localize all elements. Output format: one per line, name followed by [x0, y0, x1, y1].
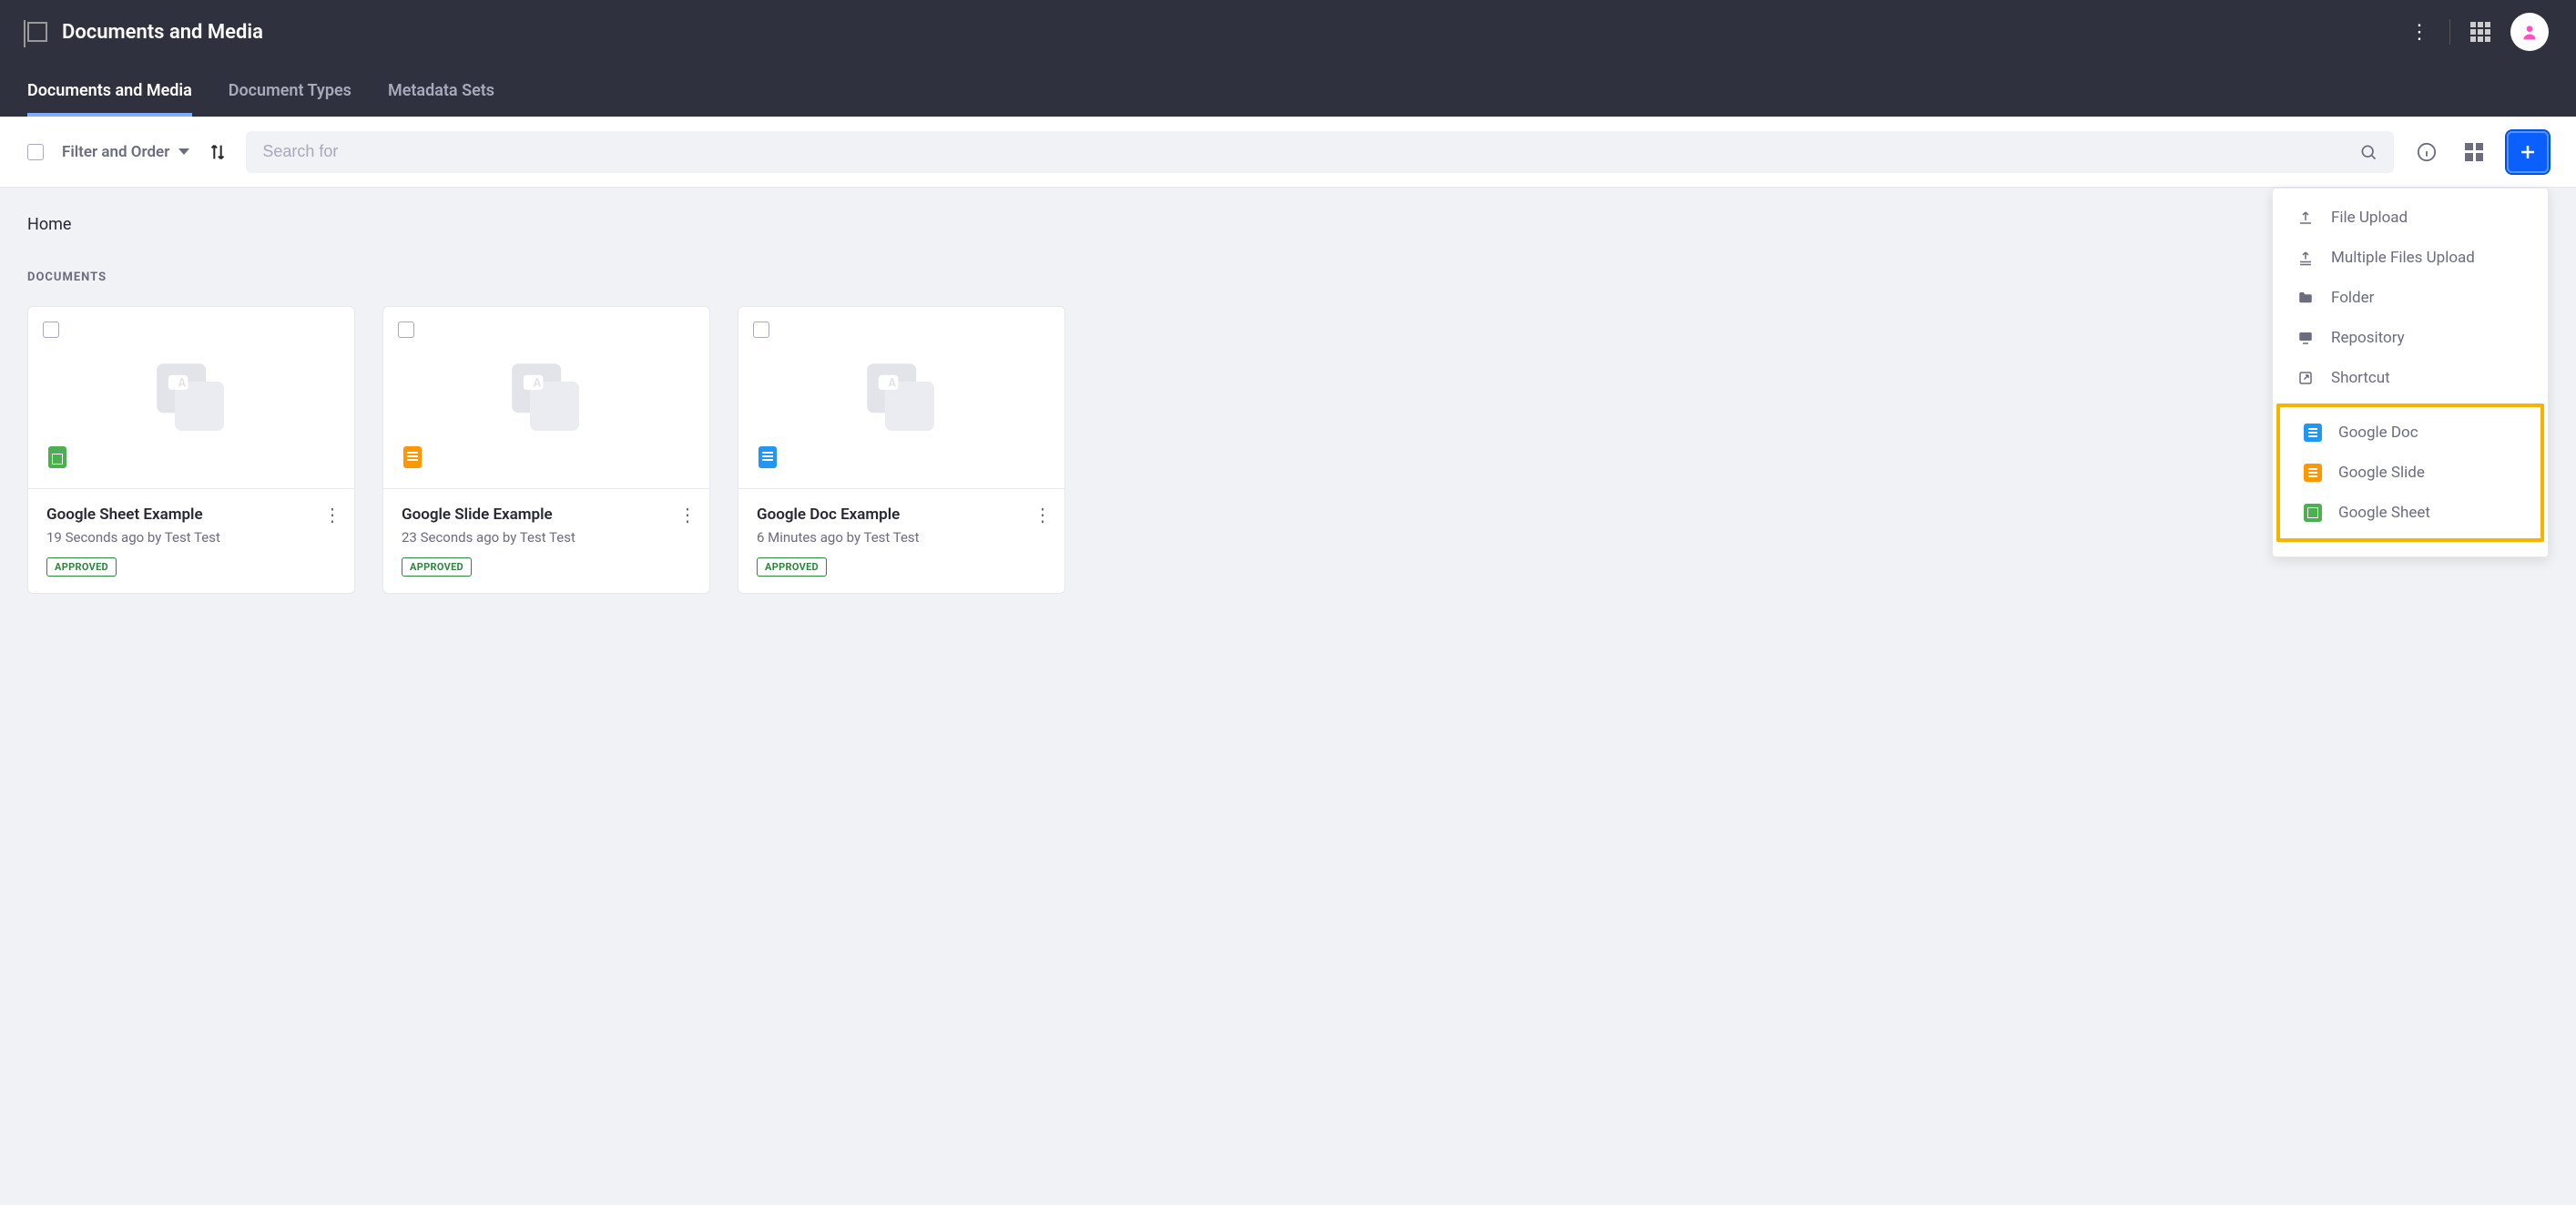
menu-item-label: Shortcut: [2331, 369, 2390, 387]
shortcut-icon: [2296, 369, 2315, 387]
menu-item-label: Folder: [2331, 289, 2374, 307]
google-sheet-icon: [48, 446, 66, 468]
google-sheet-icon: [2304, 504, 2322, 522]
card-subtitle: 19 Seconds ago by Test Test: [46, 529, 336, 546]
card-subtitle: 23 Seconds ago by Test Test: [402, 529, 691, 546]
toolbar: Filter and Order: [0, 117, 2576, 188]
breadcrumb[interactable]: Home: [27, 215, 2549, 234]
document-card[interactable]: A Google Sheet Example 19 Seconds ago by…: [27, 306, 355, 594]
placeholder-image-icon: A: [150, 357, 232, 439]
card-menu-button[interactable]: ⋮: [1033, 504, 1052, 526]
menu-item-label: File Upload: [2331, 209, 2408, 227]
filter-order-dropdown[interactable]: Filter and Order: [62, 143, 189, 161]
card-menu-button[interactable]: ⋮: [678, 504, 697, 526]
app-icon: [27, 22, 47, 42]
tab-label: Document Types: [229, 81, 351, 100]
card-preview: A: [28, 307, 354, 489]
google-slide-icon: [2304, 464, 2322, 482]
menu-item-label: Google Doc: [2338, 424, 2418, 442]
card-body: Google Sheet Example 19 Seconds ago by T…: [28, 489, 354, 593]
menu-item-label: Google Slide: [2338, 464, 2425, 482]
caret-down-icon: [178, 148, 189, 155]
add-menu-shortcut[interactable]: Shortcut: [2273, 358, 2548, 398]
add-menu-google-sheet[interactable]: Google Sheet: [2280, 493, 2540, 533]
plus-icon: [2517, 141, 2539, 163]
status-badge: APPROVED: [757, 557, 827, 577]
section-title: Documents: [27, 271, 2549, 284]
search-input[interactable]: [262, 142, 2359, 161]
card-title: Google Doc Example: [757, 505, 1046, 524]
google-items-highlight: Google Doc Google Slide Google Sheet: [2276, 403, 2544, 542]
app-brand: Documents and Media: [27, 21, 263, 44]
card-title: Google Slide Example: [402, 505, 691, 524]
apps-grid-icon[interactable]: [2470, 22, 2490, 42]
svg-text:A: A: [534, 376, 542, 390]
card-preview: A: [383, 307, 709, 489]
card-body: Google Doc Example 6 Minutes ago by Test…: [738, 489, 1064, 593]
upload-icon: [2296, 209, 2315, 227]
svg-text:A: A: [178, 376, 187, 390]
grid-view-icon: [2465, 143, 2483, 161]
add-menu-dropdown: File Upload Multiple Files Upload Folder…: [2272, 188, 2549, 557]
add-menu-file-upload[interactable]: File Upload: [2273, 198, 2548, 238]
card-preview: A: [738, 307, 1064, 489]
menu-item-label: Multiple Files Upload: [2331, 249, 2475, 267]
tab-label: Documents and Media: [27, 81, 192, 100]
google-slide-icon: [403, 446, 422, 468]
status-badge: APPROVED: [402, 557, 472, 577]
sort-icon: [208, 142, 228, 162]
tab-label: Metadata Sets: [388, 81, 494, 100]
document-card[interactable]: A Google Slide Example 23 Seconds ago by…: [382, 306, 710, 594]
document-card[interactable]: A Google Doc Example 6 Minutes ago by Te…: [738, 306, 1065, 594]
card-title: Google Sheet Example: [46, 505, 336, 524]
search-wrap: [246, 131, 2394, 173]
search-icon: [2359, 143, 2377, 161]
select-all-checkbox[interactable]: [27, 144, 44, 160]
view-toggle[interactable]: [2459, 138, 2489, 167]
add-menu-multiple-upload[interactable]: Multiple Files Upload: [2273, 238, 2548, 278]
add-menu-folder[interactable]: Folder: [2273, 278, 2548, 318]
menu-item-label: Google Sheet: [2338, 504, 2430, 522]
repository-icon: [2296, 329, 2315, 347]
app-title: Documents and Media: [62, 21, 263, 44]
divider: [2449, 19, 2450, 45]
folder-icon: [2296, 289, 2315, 307]
header-options-icon[interactable]: ⋮: [2409, 21, 2429, 44]
info-button[interactable]: [2412, 138, 2441, 167]
add-button[interactable]: [2507, 131, 2549, 173]
cards-row: A Google Sheet Example 19 Seconds ago by…: [27, 306, 2549, 594]
google-doc-icon: [759, 446, 777, 468]
tabs-bar: Documents and Media Document Types Metad…: [0, 64, 2576, 117]
card-checkbox[interactable]: [753, 322, 769, 338]
card-checkbox[interactable]: [43, 322, 59, 338]
search-button[interactable]: [2359, 143, 2377, 161]
menu-item-label: Repository: [2331, 329, 2405, 347]
add-menu-repository[interactable]: Repository: [2273, 318, 2548, 358]
card-checkbox[interactable]: [398, 322, 414, 338]
card-body: Google Slide Example 23 Seconds ago by T…: [383, 489, 709, 593]
add-menu-google-slide[interactable]: Google Slide: [2280, 453, 2540, 493]
status-badge: APPROVED: [46, 557, 117, 577]
avatar[interactable]: [2510, 13, 2549, 51]
add-menu-google-doc[interactable]: Google Doc: [2280, 413, 2540, 453]
tab-documents-and-media[interactable]: Documents and Media: [27, 64, 192, 117]
tab-document-types[interactable]: Document Types: [229, 64, 351, 117]
google-doc-icon: [2304, 424, 2322, 442]
card-subtitle: 6 Minutes ago by Test Test: [757, 529, 1046, 546]
sort-toggle[interactable]: [208, 142, 228, 162]
upload-multi-icon: [2296, 249, 2315, 267]
user-icon: [2520, 23, 2539, 41]
placeholder-image-icon: A: [505, 357, 587, 439]
svg-text:A: A: [889, 376, 897, 390]
tab-metadata-sets[interactable]: Metadata Sets: [388, 64, 494, 117]
content-area: Home Documents A Google Sheet Example 19…: [0, 188, 2576, 621]
filter-label: Filter and Order: [62, 143, 169, 161]
info-icon: [2417, 142, 2437, 162]
header-bar: Documents and Media ⋮: [0, 0, 2576, 64]
placeholder-image-icon: A: [860, 357, 942, 439]
card-menu-button[interactable]: ⋮: [323, 504, 341, 526]
